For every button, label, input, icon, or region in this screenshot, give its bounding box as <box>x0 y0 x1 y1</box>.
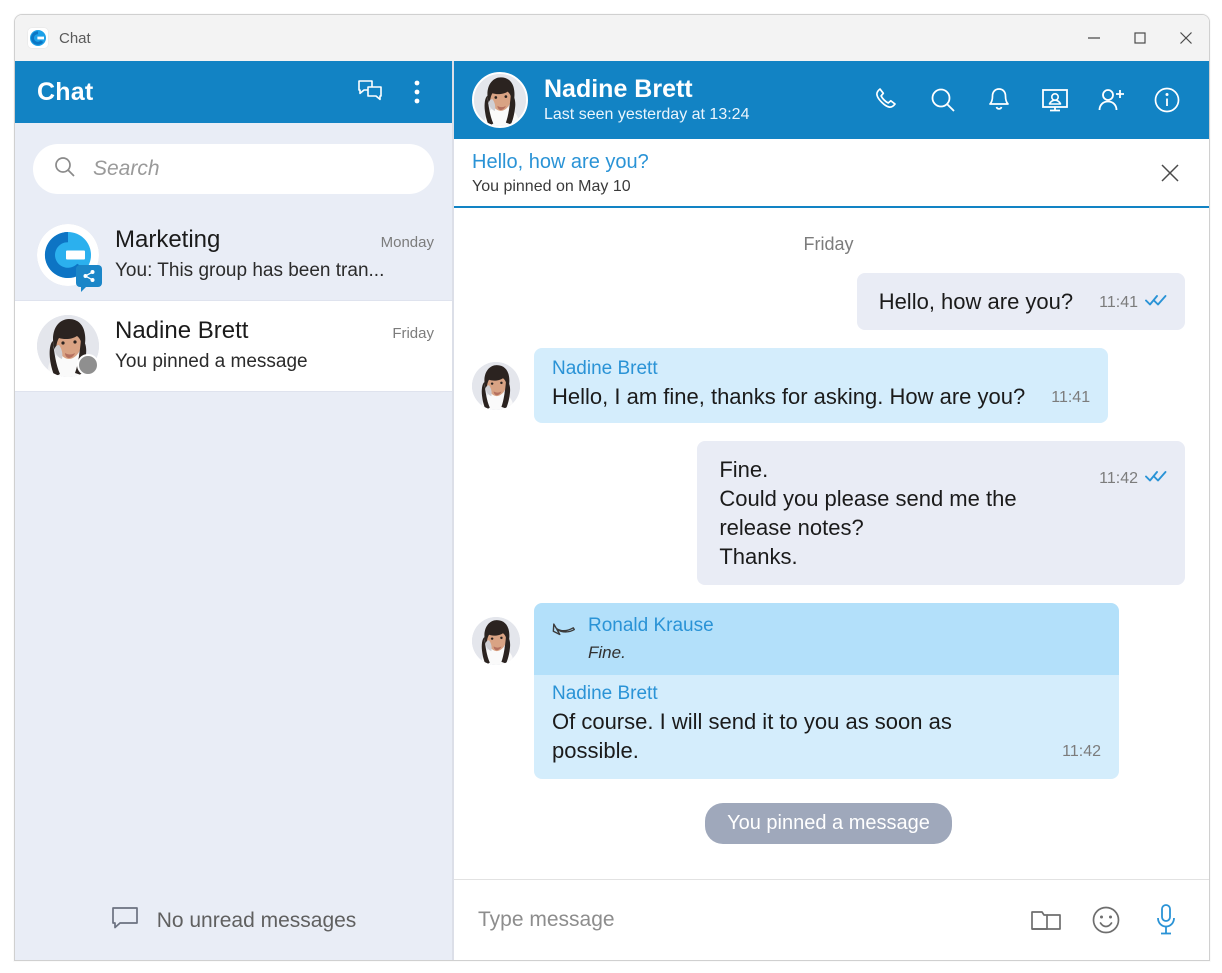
message-bubble-incoming[interactable]: Nadine Brett Hello, I am fine, thanks fo… <box>534 348 1109 424</box>
double-check-icon <box>1145 469 1167 488</box>
nadine-avatar <box>472 617 520 666</box>
conversation-status: Last seen yesterday at 13:24 <box>544 106 750 124</box>
message-text: Hello, I am fine, thanks for asking. How… <box>552 384 1026 410</box>
search-icon[interactable] <box>915 72 971 128</box>
message-list: Friday Hello, how are you? 11:41 Nadine … <box>454 208 1209 879</box>
message-row: Ronald Krause Fine. Nadine Brett Of cour… <box>472 603 1185 780</box>
screen-share-icon[interactable] <box>1027 72 1083 128</box>
double-check-icon <box>1145 293 1167 312</box>
avatar <box>37 224 102 292</box>
conversation-identity: Nadine Brett Last seen yesterday at 13:2… <box>544 74 750 125</box>
message-time: 11:42 <box>1099 469 1138 487</box>
window-title: Chat <box>59 29 91 47</box>
chat-window: Chat Chat Search Marketing Monday You: T… <box>14 14 1210 961</box>
conversation-avatar[interactable] <box>472 72 528 128</box>
unread-status-bar: No unread messages <box>15 882 452 960</box>
message-text: Of course. I will send it to you as soon… <box>552 709 952 764</box>
call-icon[interactable] <box>859 72 915 128</box>
pinned-message-bar[interactable]: Hello, how are you? You pinned on May 10 <box>454 139 1209 208</box>
sidebar-header: Chat <box>15 61 452 123</box>
quoted-message-text: Fine. <box>588 643 626 663</box>
message-input[interactable]: Type message <box>478 908 615 932</box>
avatar <box>37 315 99 377</box>
window-body: Chat Search Marketing Monday You: This g… <box>15 61 1209 960</box>
more-options-icon[interactable] <box>396 71 438 113</box>
day-separator: Friday <box>803 234 854 254</box>
message-meta: 11:41 <box>1051 389 1090 411</box>
presence-indicator-offline <box>77 354 99 376</box>
unread-status-text: No unread messages <box>156 909 357 932</box>
message-time: 11:41 <box>1051 389 1091 407</box>
search-input[interactable]: Search <box>33 144 434 194</box>
message-composer: Type message <box>454 879 1209 960</box>
chat-list-item-marketing[interactable]: Marketing Monday You: This group has bee… <box>15 210 452 301</box>
chat-item-name: Marketing <box>115 226 221 253</box>
reply-arrow-icon <box>550 615 576 646</box>
message-row: Hello, how are you? 11:41 <box>472 273 1185 331</box>
message-bubble-outgoing[interactable]: Hello, how are you? 11:41 <box>856 273 1185 331</box>
conversation-panel: Nadine Brett Last seen yesterday at 13:2… <box>453 61 1209 960</box>
quoted-message[interactable]: Ronald Krause Fine. <box>534 603 1119 676</box>
message-meta: 11:41 <box>1099 293 1167 316</box>
message-row: 11:42 Fine. Could you please send me the… <box>472 441 1185 586</box>
sidebar: Chat Search Marketing Monday You: This g… <box>15 61 453 960</box>
system-message-pill: You pinned a message <box>705 803 952 845</box>
message-row: Nadine Brett Hello, I am fine, thanks fo… <box>472 348 1185 424</box>
message-bubble-outgoing[interactable]: 11:42 Fine. Could you please send me the… <box>697 441 1185 586</box>
emoji-icon[interactable] <box>1083 897 1129 943</box>
window-controls <box>1071 15 1209 61</box>
message-sender: Nadine Brett <box>552 358 658 380</box>
message-sender: Nadine Brett <box>552 683 658 705</box>
chat-item-name: Nadine Brett <box>115 317 249 344</box>
message-meta: 11:42 <box>1099 469 1167 488</box>
chat-app-icon <box>27 27 49 49</box>
pinned-message-content: Hello, how are you? You pinned on May 10 <box>472 150 649 196</box>
chat-item-time: Monday <box>380 234 434 251</box>
composer-actions <box>1023 897 1189 943</box>
minimize-button[interactable] <box>1071 15 1117 61</box>
close-icon[interactable] <box>1147 150 1193 196</box>
message-time: 11:42 <box>1062 743 1101 761</box>
bell-icon[interactable] <box>971 72 1027 128</box>
pinned-message-title: Hello, how are you? <box>472 150 649 173</box>
title-bar: Chat <box>15 15 1209 61</box>
message-time: 11:41 <box>1099 293 1138 311</box>
message-bubble-icon <box>111 906 139 937</box>
message-text: Hello, how are you? <box>878 289 1074 314</box>
chat-item-time: Friday <box>392 325 434 342</box>
message-bubble-incoming-reply[interactable]: Ronald Krause Fine. Nadine Brett Of cour… <box>534 603 1119 780</box>
quoted-message-sender: Ronald Krause <box>588 615 714 637</box>
attach-folder-icon[interactable] <box>1023 897 1069 943</box>
nadine-avatar <box>472 362 520 411</box>
sidebar-header-actions <box>350 71 452 113</box>
chat-item-content: Nadine Brett Friday You pinned a message <box>115 315 434 373</box>
sidebar-title: Chat <box>37 77 94 106</box>
chat-list-item-nadine-brett[interactable]: Nadine Brett Friday You pinned a message <box>15 301 452 392</box>
quoted-message-body: Ronald Krause Fine. <box>588 615 714 663</box>
message-meta: 11:42 <box>1062 743 1101 765</box>
system-message-row: You pinned a message <box>472 803 1185 845</box>
search-placeholder: Search <box>93 157 160 180</box>
chat-item-top: Marketing Monday <box>115 226 434 254</box>
conversation-title: Nadine Brett <box>544 74 693 103</box>
close-button[interactable] <box>1163 15 1209 61</box>
reply-message-content: Nadine Brett Of course. I will send it t… <box>534 675 1119 779</box>
share-badge-icon <box>76 265 102 292</box>
chat-list: Marketing Monday You: This group has bee… <box>15 210 452 882</box>
conversation-header: Nadine Brett Last seen yesterday at 13:2… <box>454 61 1209 139</box>
chat-item-top: Nadine Brett Friday <box>115 317 434 345</box>
search-icon <box>53 155 77 184</box>
add-person-icon[interactable] <box>1083 72 1139 128</box>
microphone-icon[interactable] <box>1143 897 1189 943</box>
search-container: Search <box>15 123 452 210</box>
conversation-actions <box>859 72 1195 128</box>
pinned-message-subtitle: You pinned on May 10 <box>472 177 631 195</box>
chat-item-content: Marketing Monday You: This group has bee… <box>115 224 434 282</box>
new-chat-icon[interactable] <box>350 71 392 113</box>
chat-item-snippet: You pinned a message <box>115 351 308 372</box>
chat-item-snippet: You: This group has been tran... <box>115 260 385 281</box>
maximize-button[interactable] <box>1117 15 1163 61</box>
info-icon[interactable] <box>1139 72 1195 128</box>
